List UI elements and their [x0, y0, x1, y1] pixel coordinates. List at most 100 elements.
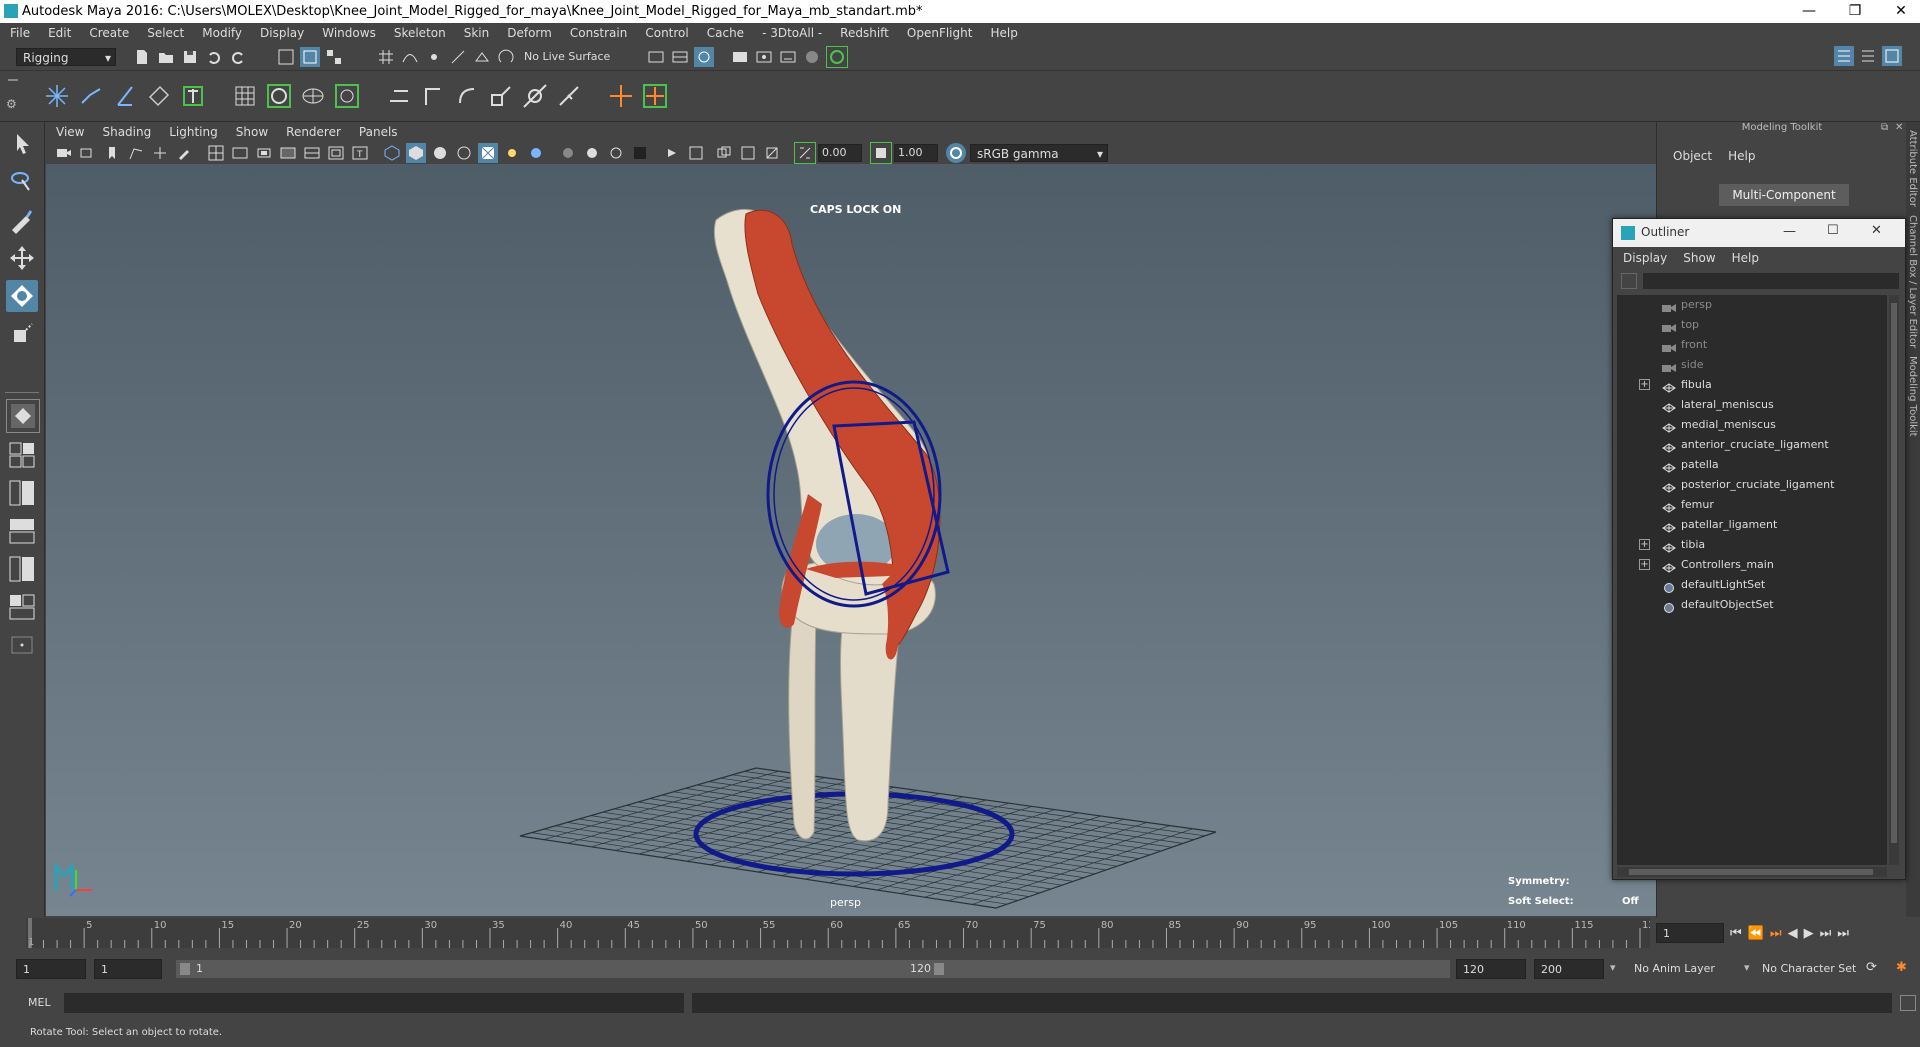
playback-start-field[interactable]: 1 — [94, 959, 162, 979]
menu-constrain[interactable]: Constrain — [570, 26, 628, 40]
viewport-menu-view[interactable]: View — [56, 125, 84, 139]
modeling-toolkit-menu-help[interactable]: Help — [1728, 149, 1755, 163]
input-output-icon[interactable] — [646, 47, 666, 67]
hypershade-icon[interactable] — [802, 47, 822, 67]
gate-mask-icon[interactable] — [278, 143, 298, 163]
viewport-persp[interactable] — [46, 164, 1656, 916]
play-forwards-icon[interactable]: ▶ — [1804, 926, 1814, 941]
outliner-item-fibula[interactable]: + fibula — [1617, 375, 1887, 395]
time-slider[interactable]: 5 10 15 20 25 30 35 40 45 50 55 60 65 70 75 80 85 90 95 100… — [26, 918, 1661, 948]
menu-control[interactable]: Control — [645, 26, 688, 40]
step-back-frame-icon[interactable]: ⏪ — [1748, 926, 1764, 941]
outliner-menu-display[interactable]: Display — [1623, 251, 1667, 265]
snap-surface-icon[interactable] — [472, 47, 492, 67]
outliner-item-anterior-cruciate-ligament[interactable]: anterior_cruciate_ligament — [1617, 435, 1887, 455]
gamma-icon[interactable] — [870, 142, 892, 164]
menu-skin[interactable]: Skin — [464, 26, 490, 40]
pole-vector-icon[interactable] — [554, 81, 584, 111]
wrap-icon[interactable] — [264, 81, 294, 111]
image-plane-icon[interactable] — [126, 143, 146, 163]
close-panel-icon[interactable]: ✕ — [1895, 122, 1903, 133]
outliner-item-patellar-ligament[interactable]: patellar_ligament — [1617, 515, 1887, 535]
current-frame-field[interactable]: 1 — [1656, 923, 1724, 943]
menu-cache[interactable]: Cache — [707, 26, 744, 40]
use-all-lights-icon[interactable] — [502, 143, 522, 163]
persp-outliner-layout-icon[interactable] — [6, 477, 38, 509]
motion-blur-icon[interactable] — [582, 143, 602, 163]
safe-title-icon[interactable]: T — [350, 143, 370, 163]
side-tab-modeling-toolkit[interactable]: Modeling Toolkit — [1907, 356, 1918, 437]
color-management-icon[interactable] — [946, 143, 966, 163]
viewport-menu-show[interactable]: Show — [236, 125, 268, 139]
menu-redshift[interactable]: Redshift — [840, 26, 889, 40]
xray-joints-icon[interactable] — [714, 143, 734, 163]
step-forward-key-icon[interactable]: ⏭ — [1820, 926, 1832, 941]
2d-pan-zoom-icon[interactable] — [150, 143, 170, 163]
minimize-button[interactable]: — — [1786, 0, 1832, 23]
attribute-editor-toggle-icon[interactable] — [1834, 46, 1854, 66]
animation-preferences-icon[interactable]: ✱ — [1896, 960, 1907, 975]
maximize-button[interactable]: ☐ — [1827, 223, 1839, 238]
go-to-end-icon[interactable]: ⏭ — [1837, 926, 1849, 941]
single-perspective-layout-icon[interactable] — [6, 399, 40, 433]
time-slider-ruler[interactable]: 5 10 15 20 25 30 35 40 45 50 55 60 65 70 75 80 85 90 95 100… — [26, 918, 1661, 948]
shadows-icon[interactable] — [526, 143, 546, 163]
command-language-label[interactable]: MEL — [28, 996, 51, 1009]
viewport-menu-lighting[interactable]: Lighting — [169, 125, 218, 139]
multi-component-button[interactable]: Multi-Component — [1719, 184, 1849, 206]
exposure-icon[interactable] — [794, 142, 816, 164]
range-start-handle[interactable] — [180, 963, 190, 975]
persp-graph-layout-icon[interactable] — [6, 515, 38, 547]
animation-end-field[interactable]: 200 — [1534, 959, 1604, 979]
construction-history-icon[interactable] — [670, 47, 690, 67]
shelf-tab-handle[interactable]: ⚙ — [0, 71, 26, 121]
outliner-item-side[interactable]: side — [1617, 355, 1887, 375]
menu-display[interactable]: Display — [260, 26, 304, 40]
xray-components-icon[interactable] — [738, 143, 758, 163]
locator-icon[interactable] — [606, 81, 636, 111]
outliner-item-defaultlightset[interactable]: defaultLightSet — [1617, 575, 1887, 595]
menu-skeleton[interactable]: Skeleton — [394, 26, 446, 40]
redshift-render-icon[interactable] — [826, 45, 849, 68]
smooth-shade-icon[interactable] — [406, 143, 426, 163]
safe-action-icon[interactable] — [326, 143, 346, 163]
menu-openflight[interactable]: OpenFlight — [907, 26, 973, 40]
outliner-item-front[interactable]: front — [1617, 335, 1887, 355]
character-set-chevron-icon[interactable]: ▾ — [1744, 961, 1750, 974]
anim-layer-chevron-icon[interactable]: ▾ — [1610, 961, 1616, 974]
save-scene-icon[interactable] — [180, 47, 200, 67]
range-slider[interactable]: 1 120 — [176, 960, 1450, 978]
snap-grid-icon[interactable] — [376, 47, 396, 67]
current-time-marker[interactable] — [28, 918, 32, 948]
open-scene-icon[interactable] — [156, 47, 176, 67]
menu-create[interactable]: Create — [89, 26, 129, 40]
scale-tool-icon[interactable] — [6, 318, 38, 350]
render-frame-icon[interactable] — [754, 47, 774, 67]
textured-icon[interactable] — [478, 143, 498, 163]
make-live-icon[interactable] — [496, 47, 516, 67]
outliner-item-posterior-cruciate-ligament[interactable]: posterior_cruciate_ligament — [1617, 475, 1887, 495]
view-transform-dropdown[interactable]: sRGB gamma ▾ — [970, 144, 1108, 162]
outliner-item-femur[interactable]: femur — [1617, 495, 1887, 515]
modeling-toolkit-menu-object[interactable]: Object — [1673, 149, 1712, 163]
expand-icon[interactable]: + — [1639, 379, 1650, 390]
outliner-menu-show[interactable]: Show — [1683, 251, 1715, 265]
depth-of-field-icon[interactable] — [630, 143, 650, 163]
undo-icon[interactable] — [204, 47, 224, 67]
screen-space-ao-icon[interactable] — [558, 143, 578, 163]
float-panel-icon[interactable]: ⧉ — [1881, 122, 1888, 133]
cluster-icon[interactable] — [332, 81, 362, 111]
grid-icon[interactable] — [206, 143, 226, 163]
minimize-button[interactable]: — — [1783, 224, 1796, 239]
redo-icon[interactable] — [228, 47, 248, 67]
hypershade-layout-icon[interactable] — [6, 553, 38, 585]
field-chart-icon[interactable] — [302, 143, 322, 163]
range-end-handle[interactable] — [934, 963, 944, 975]
lattice-icon[interactable] — [230, 81, 260, 111]
wireframe-on-shaded-icon[interactable] — [454, 143, 474, 163]
gamma-field[interactable]: 1.00 — [894, 144, 938, 162]
render-settings-icon[interactable] — [694, 46, 715, 67]
menu-3dtoall[interactable]: - 3DtoAll - — [762, 26, 822, 40]
animation-start-field[interactable]: 1 — [16, 959, 86, 979]
outliner-item-top[interactable]: top — [1617, 315, 1887, 335]
